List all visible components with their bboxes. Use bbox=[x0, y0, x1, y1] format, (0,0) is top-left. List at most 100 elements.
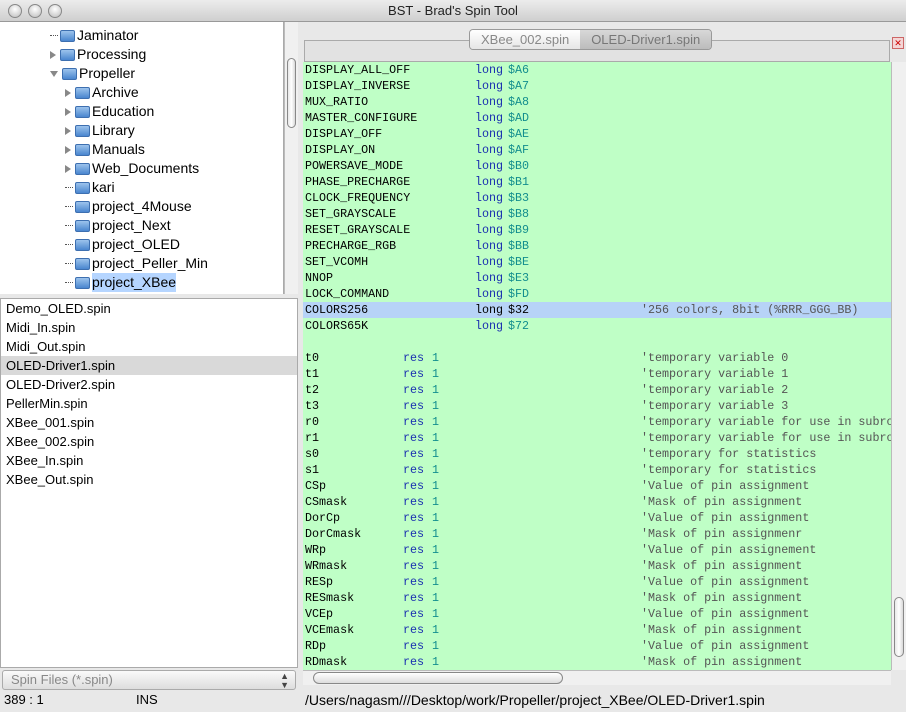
tree-item[interactable]: Library bbox=[65, 121, 135, 140]
code-keyword: long bbox=[475, 223, 504, 237]
disclosure-triangle-icon[interactable] bbox=[65, 164, 71, 173]
code-keyword: res bbox=[403, 463, 425, 477]
tree-item-label: project_4Mouse bbox=[92, 198, 192, 214]
code-comment: 'Value of pin assignment bbox=[641, 607, 810, 621]
code-comment: 'Mask of pin assignment bbox=[641, 591, 803, 605]
tree-item[interactable]: Web_Documents bbox=[65, 159, 199, 178]
file-item[interactable]: XBee_002.spin bbox=[1, 432, 297, 451]
file-item[interactable]: OLED-Driver1.spin bbox=[1, 356, 297, 375]
file-item[interactable]: OLED-Driver2.spin bbox=[1, 375, 297, 394]
code-value: 1 bbox=[432, 543, 440, 557]
code-keyword: res bbox=[403, 447, 425, 461]
code-value: $B9 bbox=[508, 223, 530, 237]
tree-item[interactable]: Propeller bbox=[50, 64, 135, 83]
code-comment: 'Value of pin assignement bbox=[641, 543, 817, 557]
close-tab-icon[interactable]: ✕ bbox=[892, 37, 904, 49]
code-value: 1 bbox=[432, 415, 440, 429]
minimize-window-button[interactable] bbox=[28, 4, 42, 18]
tab-oled-driver1-spin[interactable]: OLED-Driver1.spin bbox=[580, 30, 712, 49]
folder-tree[interactable]: Jaminator Processing Propeller Archive Educa… bbox=[0, 22, 284, 294]
tree-item[interactable]: project_OLED bbox=[65, 235, 180, 254]
tree-item[interactable]: project_Peller_Min bbox=[65, 254, 208, 273]
tree-item[interactable]: kari bbox=[65, 178, 115, 197]
tree-item[interactable]: project_XBee bbox=[65, 273, 177, 292]
tree-item[interactable]: project_Next bbox=[65, 216, 171, 235]
close-window-button[interactable] bbox=[8, 4, 22, 18]
code-line: CSp res 1 'Value of pin assignment bbox=[303, 478, 891, 494]
code-keyword: res bbox=[403, 511, 425, 525]
editor-scrollbar[interactable] bbox=[891, 62, 906, 670]
code-identifier: MASTER_CONFIGURE bbox=[305, 111, 418, 125]
code-line: RDp res 1 'Value of pin assignment bbox=[303, 638, 891, 654]
disclosure-triangle-icon[interactable] bbox=[65, 145, 71, 154]
disclosure-triangle-icon[interactable] bbox=[65, 107, 71, 116]
code-line: t2 res 1 'temporary variable 2 bbox=[303, 382, 891, 398]
file-item[interactable]: PellerMin.spin bbox=[1, 394, 297, 413]
tree-item-label: project_OLED bbox=[92, 236, 180, 252]
tree-line-icon bbox=[65, 225, 73, 226]
disclosure-triangle-icon[interactable] bbox=[65, 88, 71, 97]
code-identifier: s0 bbox=[305, 447, 320, 461]
code-line: DISPLAY_ON long $AF bbox=[303, 142, 891, 158]
file-item[interactable]: Midi_In.spin bbox=[1, 318, 297, 337]
code-keyword: res bbox=[403, 575, 425, 589]
code-editor[interactable]: DISPLAY_ALL_OFF long $A6 DISPLAY_INVERSE lon… bbox=[303, 62, 891, 670]
tree-item[interactable]: Archive bbox=[65, 83, 139, 102]
code-value: 1 bbox=[432, 575, 440, 589]
file-item[interactable]: Demo_OLED.spin bbox=[1, 299, 297, 318]
code-line: WRp res 1 'Value of pin assignement bbox=[303, 542, 891, 558]
code-value: $AE bbox=[508, 127, 530, 141]
tree-item-label: Archive bbox=[92, 84, 139, 100]
zoom-window-button[interactable] bbox=[48, 4, 62, 18]
code-identifier: RESmask bbox=[305, 591, 355, 605]
code-keyword: long bbox=[475, 111, 504, 125]
file-item[interactable]: Midi_Out.spin bbox=[1, 337, 297, 356]
code-value: 1 bbox=[432, 623, 440, 637]
tree-scrollbar[interactable] bbox=[284, 22, 298, 294]
folder-icon bbox=[75, 105, 90, 118]
tree-item[interactable]: Processing bbox=[50, 45, 146, 64]
file-item[interactable]: XBee_In.spin bbox=[1, 451, 297, 470]
code-identifier: s1 bbox=[305, 463, 320, 477]
code-value: $BB bbox=[508, 239, 530, 253]
code-comment: 'Value of pin assignment bbox=[641, 639, 810, 653]
disclosure-triangle-icon[interactable] bbox=[50, 50, 56, 59]
tab-xbee-002-spin[interactable]: XBee_002.spin bbox=[470, 30, 581, 49]
code-keyword: long bbox=[475, 319, 504, 333]
folder-icon bbox=[60, 48, 75, 61]
code-keyword: res bbox=[403, 559, 425, 573]
code-identifier: RDp bbox=[305, 639, 327, 653]
code-keyword: res bbox=[403, 351, 425, 365]
code-line: DISPLAY_ALL_OFF long $A6 bbox=[303, 62, 891, 78]
code-identifier: t1 bbox=[305, 367, 320, 381]
code-line: r1 res 1 'temporary variable for use in sub… bbox=[303, 430, 891, 446]
folder-icon bbox=[75, 143, 90, 156]
file-item[interactable]: XBee_001.spin bbox=[1, 413, 297, 432]
disclosure-triangle-icon[interactable] bbox=[65, 126, 71, 135]
code-value: 1 bbox=[432, 431, 440, 445]
code-line: LOCK_COMMAND long $FD bbox=[303, 286, 891, 302]
code-line: DorCmask res 1 'Mask of pin assignmenr bbox=[303, 526, 891, 542]
code-value: $E3 bbox=[508, 271, 530, 285]
code-keyword: res bbox=[403, 431, 425, 445]
disclosure-triangle-icon[interactable] bbox=[50, 70, 58, 77]
code-line: CLOCK_FREQUENCY long $B3 bbox=[303, 190, 891, 206]
file-filter-select[interactable]: Spin Files (*.spin) ▲ ▼ bbox=[2, 670, 296, 690]
tree-item-label: project_Peller_Min bbox=[92, 255, 208, 271]
tree-item-label: Library bbox=[92, 122, 135, 138]
code-line: RESp res 1 'Value of pin assignment bbox=[303, 574, 891, 590]
file-item[interactable]: XBee_Out.spin bbox=[1, 470, 297, 489]
editor-horizontal-scrollbar[interactable] bbox=[303, 670, 891, 685]
tree-item[interactable]: Manuals bbox=[65, 140, 145, 159]
code-line: VCEp res 1 'Value of pin assignment bbox=[303, 606, 891, 622]
code-value: 1 bbox=[432, 607, 440, 621]
tree-item[interactable]: Education bbox=[65, 102, 154, 121]
file-list[interactable]: Demo_OLED.spin Midi_In.spin Midi_Out.spin O… bbox=[0, 298, 298, 668]
code-comment: 'Value of pin assignment bbox=[641, 511, 810, 525]
tree-item[interactable]: Jaminator bbox=[50, 26, 138, 45]
code-identifier: DISPLAY_ALL_OFF bbox=[305, 63, 411, 77]
code-line: DISPLAY_INVERSE long $A7 bbox=[303, 78, 891, 94]
tree-item[interactable]: project_4Mouse bbox=[65, 197, 192, 216]
code-identifier: POWERSAVE_MODE bbox=[305, 159, 404, 173]
